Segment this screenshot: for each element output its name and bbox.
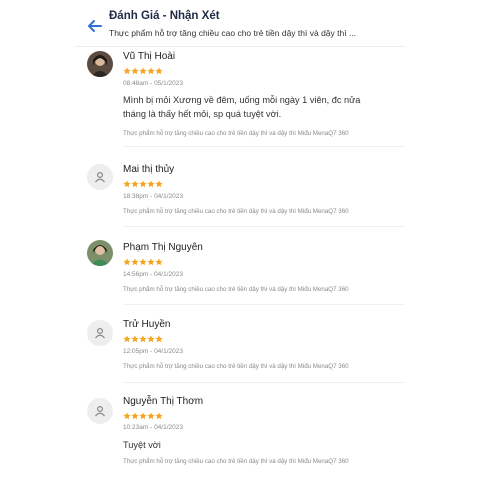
review-item: Mai thị thủy 18:38pm - 04/1/2023 Thực ph… [75,160,405,230]
reviewer-name: Trử Huyền [123,319,171,330]
star-icon [147,335,155,343]
star-icon [155,258,163,266]
star-icon [139,412,147,420]
review-date: 14:56pm - 04/1/2023 [123,271,183,278]
review-item: Vũ Thị Hoài 08:48am - 05/1/2023 Mình bị … [75,48,405,148]
review-item: Nguyễn Thị Thơm 10:23am - 04/1/2023 Tuyệ… [75,394,405,474]
review-divider [123,304,405,305]
avatar [87,164,113,190]
avatar [87,398,113,424]
product-name: Thực phẩm hỗ trợ tăng chiều cao cho trẻ … [123,286,349,293]
star-rating [123,335,163,343]
review-divider [123,226,405,227]
star-icon [123,335,131,343]
star-icon [131,412,139,420]
star-icon [155,67,163,75]
product-name: Thực phẩm hỗ trợ tăng chiều cao cho trẻ … [123,130,349,137]
review-comment: Tuyệt vời [123,440,161,450]
user-icon [95,171,105,183]
star-icon [123,412,131,420]
star-icon [131,180,139,188]
back-arrow-icon[interactable] [85,16,105,36]
star-icon [123,67,131,75]
star-icon [139,67,147,75]
star-icon [139,258,147,266]
star-rating [123,258,163,266]
review-item: Trử Huyền 12:05pm - 04/1/2023 Thực phẩm … [75,316,405,386]
reviewer-name: Mai thị thủy [123,164,175,175]
review-comment: Mình bị mỏi Xương về đêm, uống mỗi ngày … [123,95,361,119]
star-icon [155,180,163,188]
review-item: Phạm Thị Nguyên 14:56pm - 04/1/2023 Thực… [75,238,405,308]
star-icon [123,180,131,188]
product-name: Thực phẩm hỗ trợ tăng chiều cao cho trẻ … [123,208,349,215]
review-date: 12:05pm - 04/1/2023 [123,348,183,355]
avatar [87,51,113,77]
review-divider [123,382,405,383]
star-icon [147,258,155,266]
star-icon [147,180,155,188]
review-date: 08:48am - 05/1/2023 [123,80,183,87]
reviewer-name: Phạm Thị Nguyên [123,242,203,253]
product-name: Thực phẩm hỗ trợ tăng chiều cao cho trẻ … [123,363,349,370]
page-header: Đánh Giá - Nhận Xét Thực phẩm hỗ trợ tăn… [75,8,405,44]
user-icon [95,405,105,417]
product-subtitle: Thực phẩm hỗ trợ tăng chiều cao cho trẻ … [109,28,357,38]
star-icon [131,335,139,343]
star-icon [147,412,155,420]
star-icon [123,258,131,266]
reviewer-name: Nguyễn Thị Thơm [123,396,204,407]
star-rating [123,180,163,188]
header-divider [75,46,405,47]
product-name: Thực phẩm hỗ trợ tăng chiều cao cho trẻ … [123,458,349,465]
reviewer-name: Vũ Thị Hoài [123,51,176,62]
star-icon [131,67,139,75]
star-icon [139,335,147,343]
review-date: 18:38pm - 04/1/2023 [123,193,183,200]
star-icon [131,258,139,266]
star-icon [147,67,155,75]
star-rating [123,412,163,420]
user-icon [95,327,105,339]
page-title: Đánh Giá - Nhận Xét [109,10,220,22]
star-icon [155,335,163,343]
avatar [87,320,113,346]
avatar [87,240,113,266]
star-rating [123,67,163,75]
star-icon [155,412,163,420]
star-icon [139,180,147,188]
review-date: 10:23am - 04/1/2023 [123,424,183,431]
review-divider [123,146,405,147]
